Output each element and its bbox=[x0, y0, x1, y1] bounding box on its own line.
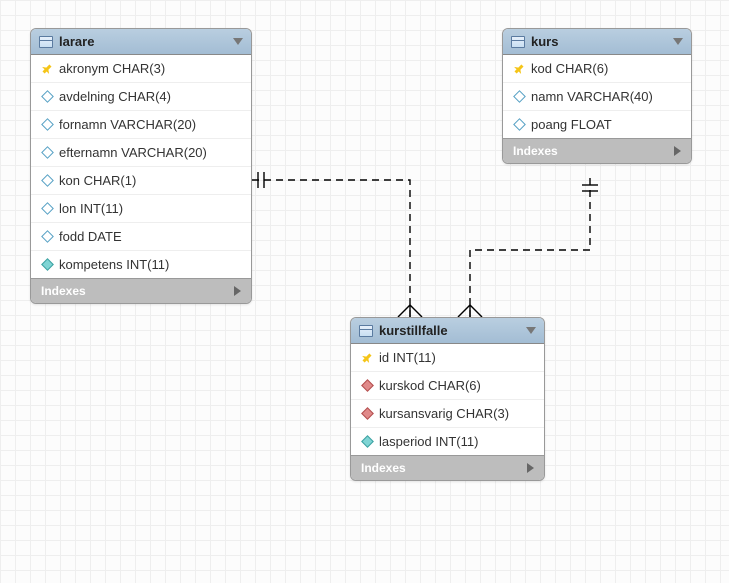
indexes-label: Indexes bbox=[513, 144, 558, 158]
fk-icon bbox=[361, 379, 374, 392]
column-namn[interactable]: namn VARCHAR(40) bbox=[503, 82, 691, 110]
column-label: efternamn VARCHAR(20) bbox=[59, 145, 207, 160]
column-fornamn[interactable]: fornamn VARCHAR(20) bbox=[31, 110, 251, 138]
columns-kurs: kod CHAR(6) namn VARCHAR(40) poang FLOAT bbox=[503, 55, 691, 138]
column-kursansvarig[interactable]: kursansvarig CHAR(3) bbox=[351, 399, 544, 427]
table-icon bbox=[39, 36, 53, 48]
rel-kurs-kurstillfalle bbox=[458, 178, 598, 317]
entity-larare[interactable]: larare akronym CHAR(3) avdelning CHAR(4)… bbox=[30, 28, 252, 304]
column-label: kod CHAR(6) bbox=[531, 61, 608, 76]
key-icon bbox=[512, 61, 526, 75]
diamond-icon bbox=[41, 230, 54, 243]
indexes-row[interactable]: Indexes bbox=[31, 278, 251, 303]
column-efternamn[interactable]: efternamn VARCHAR(20) bbox=[31, 138, 251, 166]
entity-kurstillfalle[interactable]: kurstillfalle id INT(11) kurskod CHAR(6)… bbox=[350, 317, 545, 481]
entity-kurs[interactable]: kurs kod CHAR(6) namn VARCHAR(40) poang … bbox=[502, 28, 692, 164]
column-label: kompetens INT(11) bbox=[59, 257, 169, 272]
entity-header-larare[interactable]: larare bbox=[31, 29, 251, 55]
column-label: kurskod CHAR(6) bbox=[379, 378, 481, 393]
entity-title: kurs bbox=[531, 34, 667, 49]
column-kod[interactable]: kod CHAR(6) bbox=[503, 55, 691, 82]
column-label: kursansvarig CHAR(3) bbox=[379, 406, 509, 421]
column-kompetens[interactable]: kompetens INT(11) bbox=[31, 250, 251, 278]
table-icon bbox=[511, 36, 525, 48]
diamond-icon bbox=[361, 435, 374, 448]
diamond-icon bbox=[41, 174, 54, 187]
diamond-icon bbox=[41, 118, 54, 131]
rel-larare-kurstillfalle bbox=[252, 172, 422, 317]
column-poang[interactable]: poang FLOAT bbox=[503, 110, 691, 138]
fk-icon bbox=[361, 407, 374, 420]
column-label: akronym CHAR(3) bbox=[59, 61, 165, 76]
column-akronym[interactable]: akronym CHAR(3) bbox=[31, 55, 251, 82]
collapse-icon[interactable] bbox=[233, 38, 243, 45]
column-kon[interactable]: kon CHAR(1) bbox=[31, 166, 251, 194]
column-kurskod[interactable]: kurskod CHAR(6) bbox=[351, 371, 544, 399]
columns-larare: akronym CHAR(3) avdelning CHAR(4) fornam… bbox=[31, 55, 251, 278]
entity-header-kurstillfalle[interactable]: kurstillfalle bbox=[351, 318, 544, 344]
diamond-icon bbox=[513, 118, 526, 131]
column-lasperiod[interactable]: lasperiod INT(11) bbox=[351, 427, 544, 455]
entity-title: kurstillfalle bbox=[379, 323, 520, 338]
column-label: id INT(11) bbox=[379, 350, 436, 365]
indexes-row[interactable]: Indexes bbox=[503, 138, 691, 163]
indexes-row[interactable]: Indexes bbox=[351, 455, 544, 480]
column-label: kon CHAR(1) bbox=[59, 173, 136, 188]
column-label: lasperiod INT(11) bbox=[379, 434, 478, 449]
diamond-icon bbox=[41, 90, 54, 103]
diamond-icon bbox=[41, 258, 54, 271]
table-icon bbox=[359, 325, 373, 337]
column-lon[interactable]: lon INT(11) bbox=[31, 194, 251, 222]
entity-title: larare bbox=[59, 34, 227, 49]
key-icon bbox=[40, 61, 54, 75]
indexes-label: Indexes bbox=[361, 461, 406, 475]
column-label: fornamn VARCHAR(20) bbox=[59, 117, 196, 132]
column-id[interactable]: id INT(11) bbox=[351, 344, 544, 371]
column-label: poang FLOAT bbox=[531, 117, 612, 132]
collapse-icon[interactable] bbox=[673, 38, 683, 45]
expand-icon bbox=[234, 286, 241, 296]
column-label: avdelning CHAR(4) bbox=[59, 89, 171, 104]
key-icon bbox=[360, 350, 374, 364]
diamond-icon bbox=[41, 202, 54, 215]
column-label: fodd DATE bbox=[59, 229, 122, 244]
expand-icon bbox=[674, 146, 681, 156]
columns-kurstillfalle: id INT(11) kurskod CHAR(6) kursansvarig … bbox=[351, 344, 544, 455]
entity-header-kurs[interactable]: kurs bbox=[503, 29, 691, 55]
diamond-icon bbox=[513, 90, 526, 103]
expand-icon bbox=[527, 463, 534, 473]
column-label: lon INT(11) bbox=[59, 201, 123, 216]
column-label: namn VARCHAR(40) bbox=[531, 89, 653, 104]
column-fodd[interactable]: fodd DATE bbox=[31, 222, 251, 250]
column-avdelning[interactable]: avdelning CHAR(4) bbox=[31, 82, 251, 110]
indexes-label: Indexes bbox=[41, 284, 86, 298]
collapse-icon[interactable] bbox=[526, 327, 536, 334]
diamond-icon bbox=[41, 146, 54, 159]
